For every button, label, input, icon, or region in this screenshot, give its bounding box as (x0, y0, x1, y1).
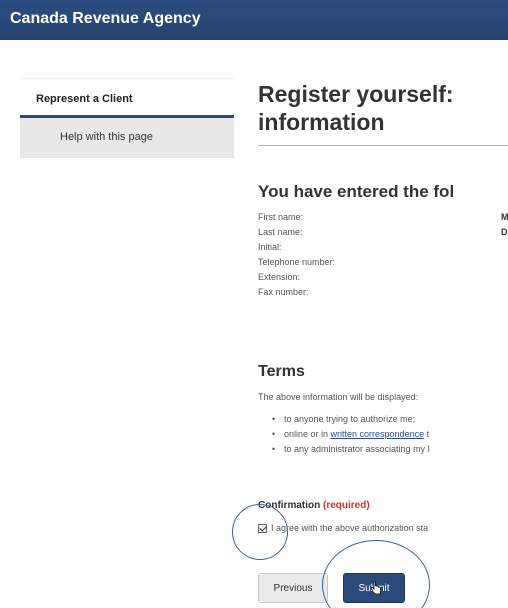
page-title-line-1: Register yourself: (258, 81, 454, 107)
hand-cursor-icon (370, 581, 381, 595)
agree-row[interactable]: I agree with the above authorization sta (258, 523, 428, 534)
site-title[interactable]: Canada Revenue Agency (10, 10, 201, 28)
side-nav-help-link[interactable]: Help with this page (20, 118, 234, 158)
terms-heading: Terms (258, 363, 305, 380)
field-label: Telephone number: (258, 257, 336, 267)
field-value: D (501, 227, 508, 237)
field-label: Extension: (258, 272, 301, 282)
field-row-last-name: Last name: D (258, 225, 508, 240)
field-row-telephone: Telephone number: (258, 255, 508, 270)
side-nav-heading[interactable]: Represent a Client (20, 78, 234, 118)
field-label: Fax number: (258, 287, 309, 297)
agree-checkbox[interactable] (258, 524, 267, 534)
entered-info-heading: You have entered the fol (258, 182, 455, 201)
required-marker: (required) (323, 500, 370, 511)
field-label: Last name: (258, 227, 303, 237)
side-nav: Represent a Client Help with this page (20, 78, 234, 158)
terms-item: • online or in written correspondence t (272, 427, 430, 442)
title-divider (258, 145, 508, 146)
bullet-icon: • (272, 429, 276, 439)
field-value: M (501, 212, 508, 222)
field-row-fax: Fax number: (258, 285, 508, 300)
bullet-icon: • (272, 444, 276, 454)
page-title: Register yourself: information (258, 80, 508, 136)
terms-intro: The above information will be displayed: (258, 392, 419, 402)
terms-item: • to any administrator associating my I (272, 442, 430, 457)
field-row-extension: Extension: (258, 270, 508, 285)
bullet-icon: • (272, 414, 276, 424)
entered-info-list: First name: M Last name: D Initial: Tele… (258, 210, 508, 300)
field-row-first-name: First name: M (258, 210, 508, 225)
field-row-initial: Initial: (258, 240, 508, 255)
field-label: First name: (258, 212, 304, 222)
written-correspondence-link[interactable]: written correspondence (331, 429, 425, 439)
previous-button[interactable]: Previous (258, 573, 328, 603)
field-label: Initial: (258, 242, 282, 252)
confirmation-label: Confirmation (required) (258, 500, 370, 511)
terms-item: • to anyone trying to authorize me; (272, 412, 430, 427)
page-title-line-2: information (258, 109, 385, 135)
terms-list: • to anyone trying to authorize me; • onli… (272, 412, 430, 457)
agree-checkbox-label[interactable]: I agree with the above authorization sta (271, 523, 428, 533)
site-header: Canada Revenue Agency (0, 0, 508, 40)
